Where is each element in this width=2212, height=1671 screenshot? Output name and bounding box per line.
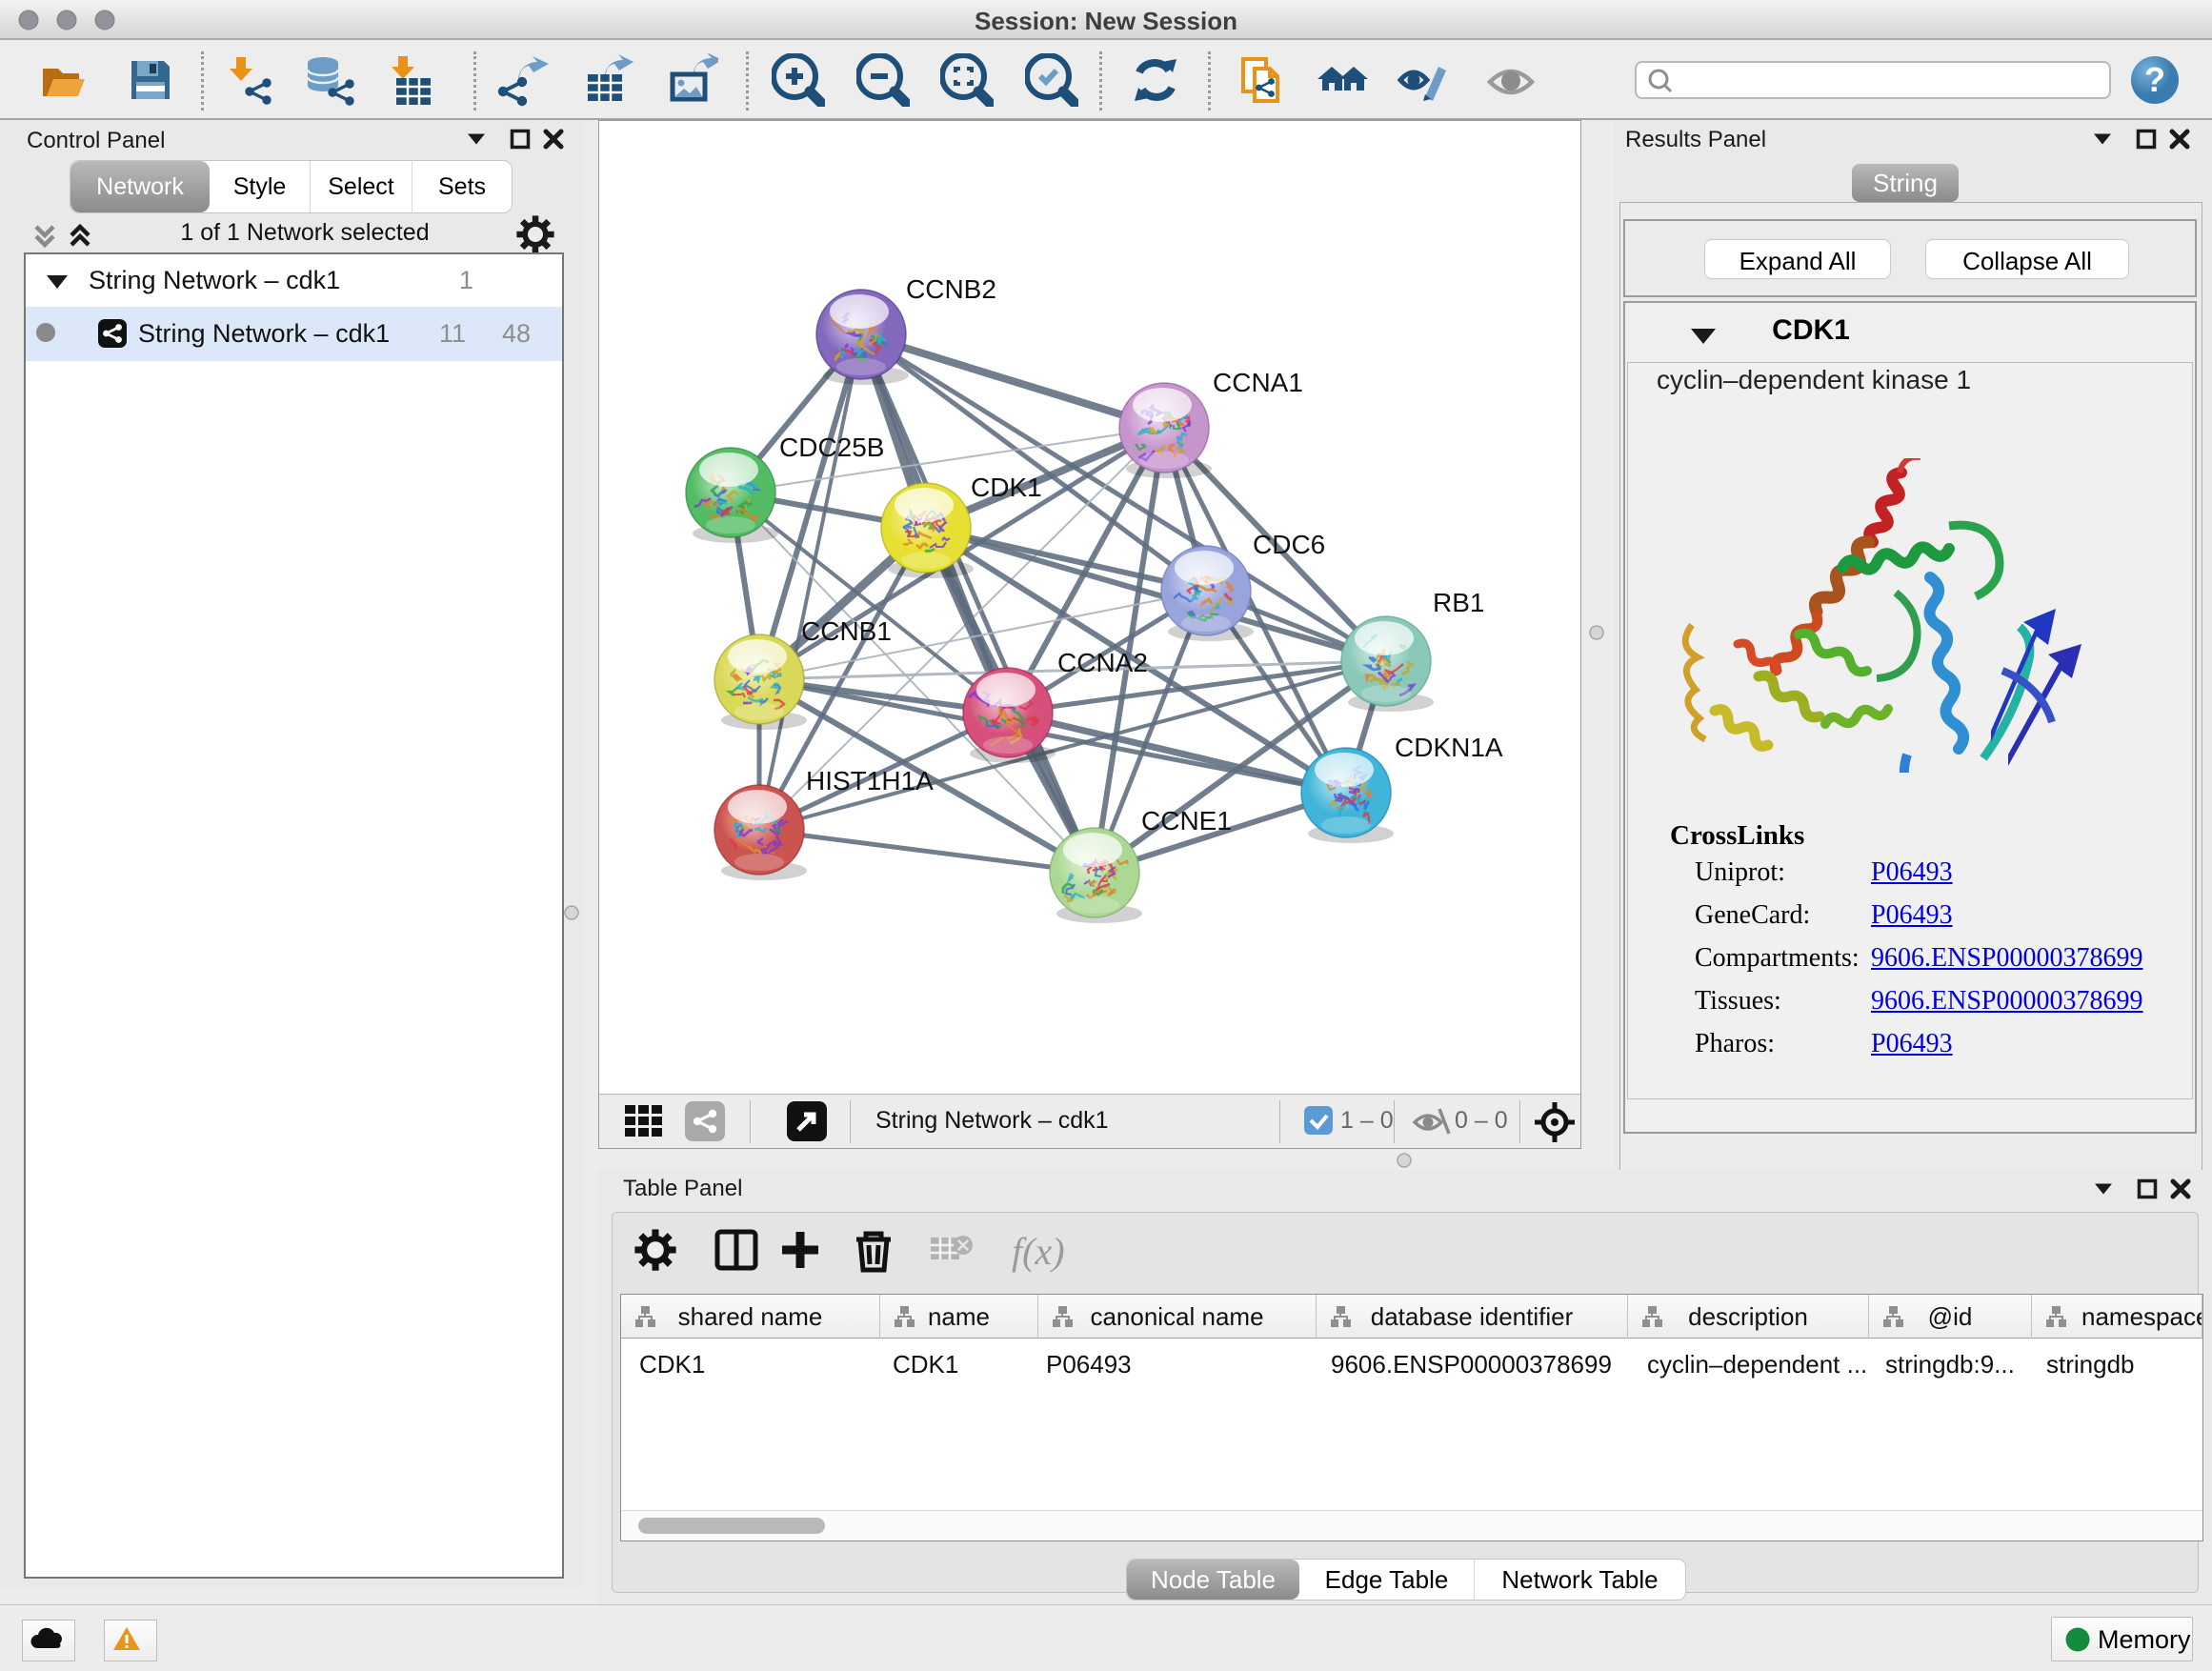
svg-text:CCNA1: CCNA1: [1213, 368, 1303, 397]
svg-text:f(x): f(x): [1012, 1230, 1065, 1273]
svg-text:CCNB2: CCNB2: [906, 274, 996, 304]
svg-text:CCNE1: CCNE1: [1141, 806, 1232, 836]
svg-text:RB1: RB1: [1433, 588, 1484, 617]
svg-text:HIST1H1A: HIST1H1A: [806, 766, 934, 795]
svg-text:CDKN1A: CDKN1A: [1395, 733, 1503, 762]
svg-text:CDC6: CDC6: [1253, 530, 1325, 559]
svg-text:CCNA2: CCNA2: [1057, 648, 1148, 677]
svg-text:CDC25B: CDC25B: [779, 433, 884, 462]
svg-text:CCNB1: CCNB1: [801, 616, 892, 646]
svg-text:?: ?: [2144, 60, 2165, 99]
svg-text:CDK1: CDK1: [971, 473, 1042, 502]
